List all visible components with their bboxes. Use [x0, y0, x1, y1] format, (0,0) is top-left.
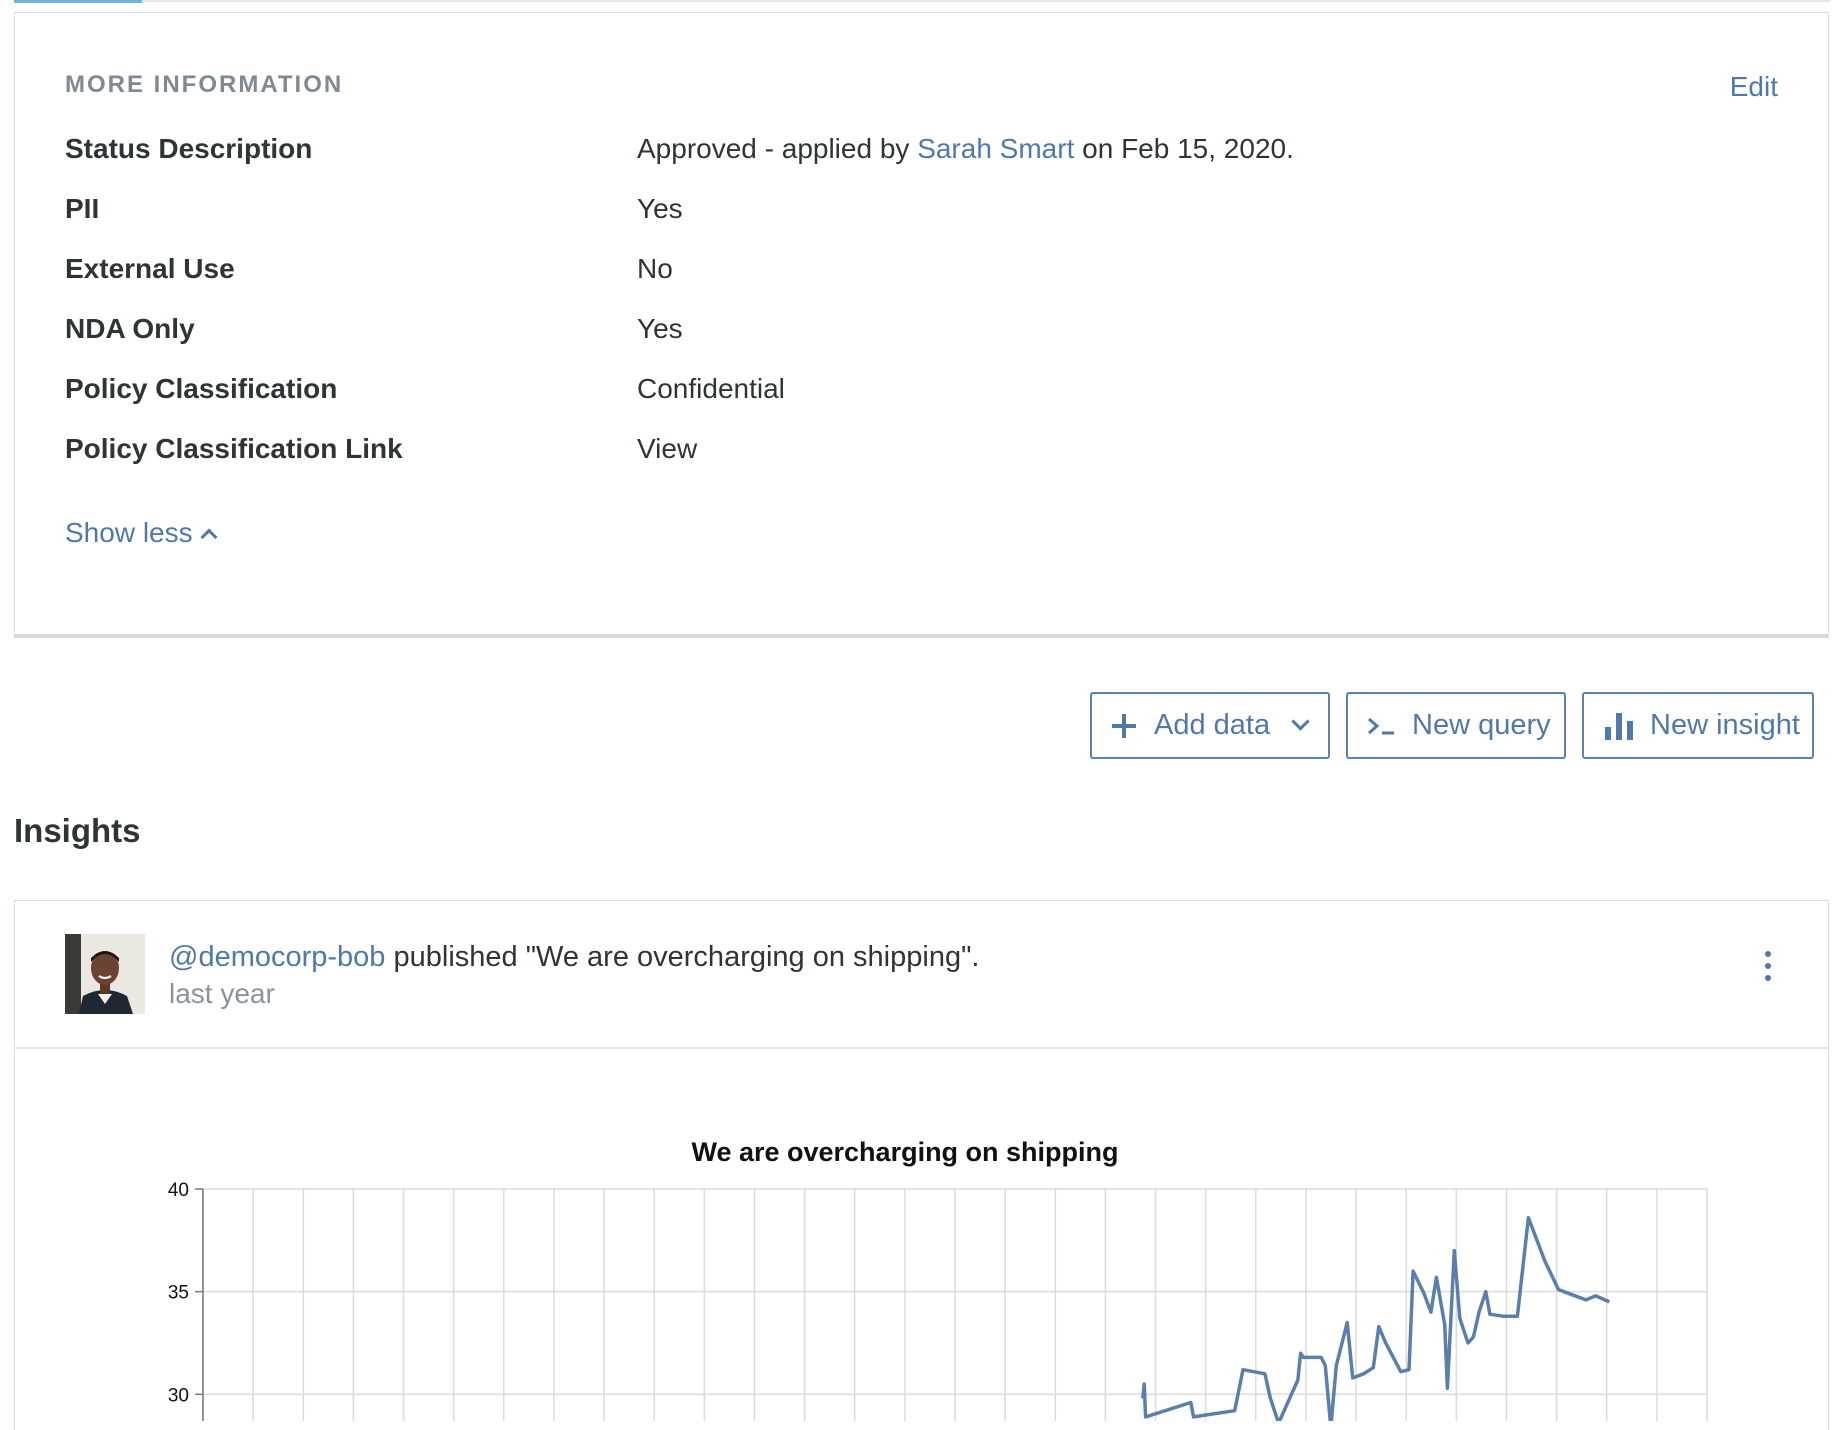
y-tick-label: 35: [168, 1283, 189, 1304]
info-value: Yes: [637, 313, 683, 344]
tab-underline: [14, 0, 1831, 2]
insights-heading: Insights: [14, 812, 141, 849]
info-row-policy-classification: Policy Classification Confidential: [65, 373, 1765, 413]
new-insight-label: New insight: [1650, 709, 1800, 741]
add-data-button[interactable]: Add data: [1090, 692, 1330, 759]
info-value: No: [637, 253, 673, 284]
status-date-text: on Feb 15, 2020.: [1074, 133, 1294, 164]
chevron-down-icon: [1291, 712, 1310, 731]
show-less-toggle[interactable]: Show less: [65, 517, 218, 549]
info-value: Confidential: [637, 373, 785, 404]
terminal-icon: [1368, 717, 1394, 734]
info-row-nda-only: NDA Only Yes: [65, 313, 1765, 353]
edit-link[interactable]: Edit: [1730, 71, 1778, 103]
y-tick-label: 40: [168, 1180, 189, 1201]
bar-chart-icon: [1605, 712, 1633, 740]
plus-icon: [1112, 713, 1136, 738]
show-less-label: Show less: [65, 517, 193, 548]
info-value: Yes: [637, 193, 683, 224]
info-value: Approved - applied by Sarah Smart on Feb…: [637, 133, 1294, 165]
more-information-card: MORE INFORMATION Edit Status Description…: [14, 12, 1829, 638]
info-row-policy-classification-link: Policy Classification Link View: [65, 433, 1765, 473]
info-label: NDA Only: [65, 313, 195, 344]
active-tab-indicator: [14, 0, 142, 3]
new-query-button[interactable]: New query: [1346, 692, 1566, 759]
chevron-up-icon: [200, 528, 218, 546]
info-label: External Use: [65, 253, 235, 284]
line-chart: 30 35 40: [168, 1180, 1708, 1421]
add-data-label: Add data: [1154, 709, 1271, 741]
info-row-pii: PII Yes: [65, 193, 1765, 233]
info-label: Policy Classification Link: [65, 433, 403, 464]
user-link-sarah-smart[interactable]: Sarah Smart: [917, 133, 1074, 164]
info-label: Status Description: [65, 133, 313, 164]
new-insight-button[interactable]: New insight: [1582, 692, 1814, 759]
section-heading: MORE INFORMATION: [65, 71, 344, 98]
status-text: Approved - applied by: [637, 133, 918, 164]
new-query-label: New query: [1412, 709, 1551, 741]
info-label: Policy Classification: [65, 373, 338, 404]
y-tick-label: 30: [168, 1385, 189, 1406]
insight-card: @democorp-bob published "We are overchar…: [14, 900, 1829, 1430]
info-row-status-description: Status Description Approved - applied by…: [65, 133, 1765, 173]
info-row-external-use: External Use No: [65, 253, 1765, 293]
view-link[interactable]: View: [637, 433, 697, 465]
series-line: [1141, 1215, 1611, 1421]
info-label: PII: [65, 193, 100, 224]
